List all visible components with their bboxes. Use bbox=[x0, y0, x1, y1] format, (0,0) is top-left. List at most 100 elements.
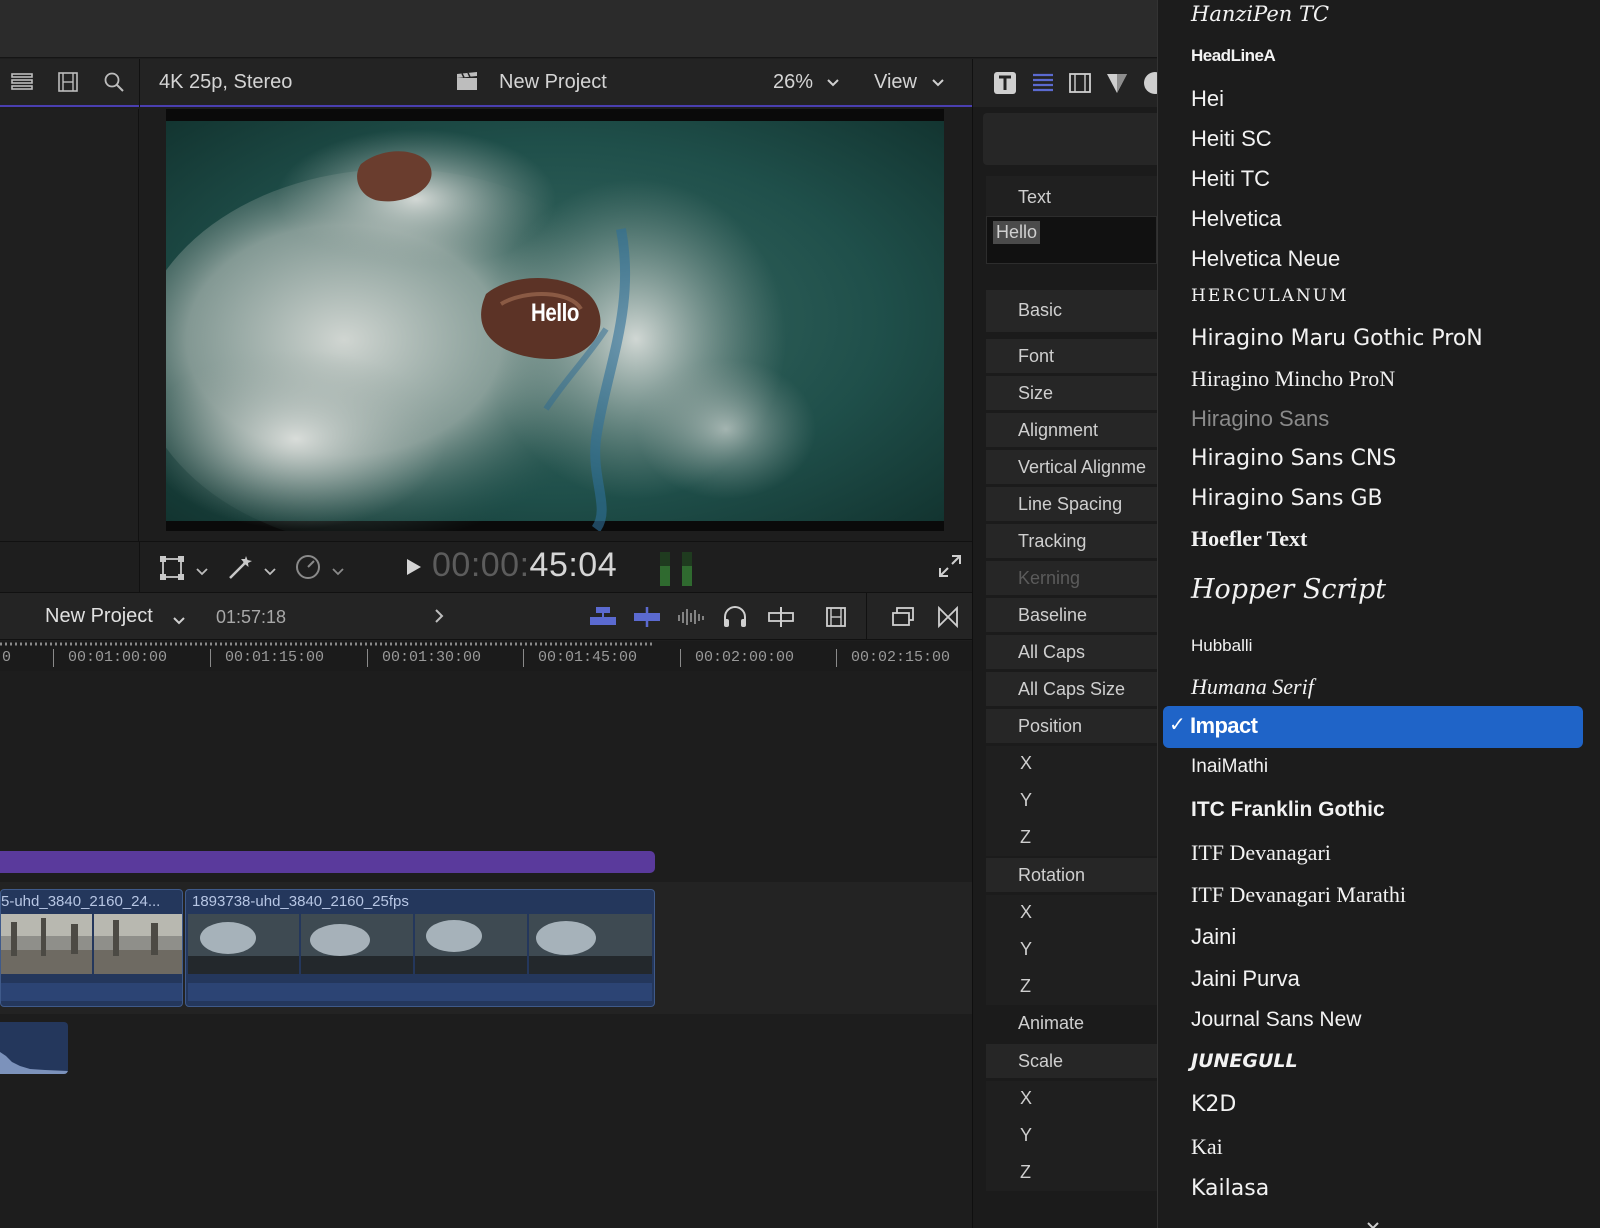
font-menu-item[interactable]: Humana Serif bbox=[1191, 674, 1314, 700]
font-menu-item[interactable]: Hiragino Sans CNS bbox=[1191, 446, 1396, 471]
video-clip[interactable]: 1893738-uhd_3840_2160_25fps bbox=[185, 889, 655, 1007]
font-menu-item[interactable]: Hei bbox=[1191, 86, 1224, 112]
transform-chevron-down-icon[interactable] bbox=[196, 563, 208, 581]
insert-clip-icon[interactable] bbox=[632, 605, 662, 634]
snapping-icon[interactable] bbox=[766, 605, 796, 634]
rotation-z-label[interactable]: Z bbox=[1020, 976, 1031, 997]
chevron-right-icon[interactable] bbox=[434, 608, 444, 629]
font-menu-item[interactable]: ITF Devanagari Marathi bbox=[1191, 882, 1406, 908]
font-menu-item[interactable]: InaiMathi bbox=[1191, 756, 1268, 778]
scale-z-label[interactable]: Z bbox=[1020, 1162, 1031, 1183]
timeline-project-name[interactable]: New Project bbox=[45, 605, 153, 628]
position-y-label[interactable]: Y bbox=[1020, 790, 1032, 811]
audio-clip[interactable] bbox=[0, 1022, 68, 1074]
transport-bar: 00:00:45:04 bbox=[0, 541, 972, 592]
fullscreen-icon[interactable] bbox=[938, 554, 962, 583]
text-input-field[interactable]: Hello bbox=[986, 216, 1157, 264]
font-menu-item[interactable]: Hopper Script bbox=[1191, 574, 1386, 605]
title-overlay-text[interactable]: Hello bbox=[236, 299, 874, 328]
ruler-tick-label: 0 bbox=[2, 649, 12, 666]
animate-label[interactable]: Animate bbox=[1018, 1013, 1084, 1034]
font-menu-item[interactable]: ITF Devanagari bbox=[1191, 840, 1331, 866]
ruler-tick-label: 00:01:45:00 bbox=[538, 649, 638, 666]
speed-chevron-down-icon[interactable] bbox=[332, 563, 344, 581]
ruler-tick-label: 00:02:00:00 bbox=[695, 649, 795, 666]
font-menu-item[interactable]: Jaini Purva bbox=[1191, 966, 1300, 992]
play-icon[interactable] bbox=[406, 558, 422, 581]
title-clip[interactable] bbox=[0, 851, 655, 873]
view-menu[interactable]: View bbox=[874, 71, 917, 94]
ruler-tick-label: 00:01:15:00 bbox=[225, 649, 325, 666]
view-chevron-down-icon[interactable] bbox=[931, 75, 945, 93]
font-menu-item[interactable]: Hiragino Maru Gothic ProN bbox=[1191, 326, 1483, 351]
speed-gauge-icon[interactable] bbox=[294, 554, 322, 585]
timeline-ruler[interactable]: 0 00:01:00:00 00:01:15:00 00:01:30:00 00… bbox=[0, 641, 972, 671]
font-menu-item[interactable]: Hiragino Mincho ProN bbox=[1191, 366, 1395, 392]
font-menu-item[interactable]: Herculanum bbox=[1191, 286, 1349, 306]
font-menu-item[interactable]: Heiti TC bbox=[1191, 166, 1270, 192]
alignment-label: Alignment bbox=[1018, 420, 1099, 440]
text-inspector-icon[interactable] bbox=[993, 71, 1017, 100]
scale-x-label[interactable]: X bbox=[1020, 1088, 1032, 1109]
font-menu-item[interactable]: Journal Sans New bbox=[1191, 1008, 1361, 1032]
rotation-x-label[interactable]: X bbox=[1020, 902, 1032, 923]
font-menu-item[interactable]: ITC Franklin Gothic bbox=[1191, 798, 1385, 822]
font-menu-item[interactable]: JUNEGULL bbox=[1191, 1050, 1298, 1072]
browser-panel bbox=[0, 109, 139, 541]
connect-clip-icon[interactable] bbox=[588, 605, 618, 634]
paragraph-inspector-icon[interactable] bbox=[1031, 71, 1055, 100]
font-menu-item[interactable]: HeadLineA bbox=[1191, 46, 1276, 66]
magic-wand-icon[interactable] bbox=[226, 554, 254, 585]
font-menu-item-selected[interactable]: ✓ Impact bbox=[1163, 706, 1583, 748]
filmstrip-icon[interactable] bbox=[56, 71, 80, 93]
color-inspector-icon[interactable] bbox=[1105, 71, 1129, 100]
clip-appearance-icon[interactable] bbox=[824, 605, 848, 634]
text-input-value: Hello bbox=[993, 221, 1041, 244]
tracking-label: Tracking bbox=[1018, 531, 1087, 551]
format-label: 4K 25p, Stereo bbox=[159, 71, 293, 93]
position-x-label[interactable]: X bbox=[1020, 753, 1032, 774]
basic-section-header[interactable] bbox=[986, 290, 1157, 332]
font-menu-item[interactable]: Kailasa bbox=[1191, 1176, 1269, 1201]
font-menu-item[interactable]: Jaini bbox=[1191, 924, 1236, 950]
project-chevron-down-icon[interactable] bbox=[172, 613, 186, 631]
font-menu-item[interactable]: Hubballi bbox=[1191, 636, 1252, 656]
timecode-value: 45:04 bbox=[529, 546, 618, 584]
clapper-icon bbox=[455, 70, 479, 92]
rotation-y-label[interactable]: Y bbox=[1020, 939, 1032, 960]
font-menu-item[interactable]: Hiragino Sans GB bbox=[1191, 486, 1383, 511]
scale-y-label[interactable]: Y bbox=[1020, 1125, 1032, 1146]
font-row[interactable] bbox=[986, 339, 1157, 373]
timecode-display[interactable]: 00:00:45:04 bbox=[432, 546, 617, 585]
scroll-down-chevron-icon[interactable] bbox=[1366, 1218, 1380, 1228]
font-menu-item[interactable]: Helvetica bbox=[1191, 206, 1281, 232]
video-preview[interactable]: Hello bbox=[166, 109, 944, 531]
size-row[interactable] bbox=[986, 376, 1157, 410]
enhance-chevron-down-icon[interactable] bbox=[264, 563, 276, 581]
font-menu-item[interactable]: Hiragino Sans bbox=[1191, 406, 1329, 432]
font-menu-item[interactable]: Hoefler Text bbox=[1191, 526, 1307, 552]
font-menu-item[interactable]: K2D bbox=[1191, 1092, 1236, 1117]
video-inspector-icon[interactable] bbox=[1068, 71, 1092, 100]
headphones-icon[interactable] bbox=[722, 605, 748, 634]
position-z-label[interactable]: Z bbox=[1020, 827, 1031, 848]
effects-browser-icon[interactable] bbox=[890, 605, 916, 634]
ruler-tick-label: 00:01:00:00 bbox=[68, 649, 168, 666]
vertical-alignment-label: Vertical Alignme bbox=[1018, 457, 1147, 477]
transform-icon[interactable] bbox=[160, 556, 186, 585]
scale-row[interactable] bbox=[986, 1044, 1157, 1078]
transitions-browser-icon[interactable] bbox=[936, 605, 960, 634]
baseline-label: Baseline bbox=[1018, 605, 1088, 625]
audio-waveform-icon[interactable] bbox=[676, 605, 706, 634]
font-menu-item[interactable]: Kai bbox=[1191, 1134, 1223, 1160]
selected-font-label: Impact bbox=[1190, 713, 1258, 738]
font-menu-item[interactable]: Heiti SC bbox=[1191, 126, 1272, 152]
video-clip[interactable]: 5-uhd_3840_2160_24... bbox=[0, 889, 183, 1007]
font-menu-item[interactable]: Helvetica Neue bbox=[1191, 246, 1340, 272]
audio-meter-left bbox=[660, 552, 670, 586]
zoom-chevron-down-icon[interactable] bbox=[826, 75, 840, 93]
search-icon[interactable] bbox=[102, 71, 126, 93]
font-menu-item[interactable]: HanziPen TC bbox=[1191, 2, 1329, 26]
zoom-level[interactable]: 26% bbox=[773, 71, 813, 94]
library-list-icon[interactable] bbox=[10, 71, 34, 93]
